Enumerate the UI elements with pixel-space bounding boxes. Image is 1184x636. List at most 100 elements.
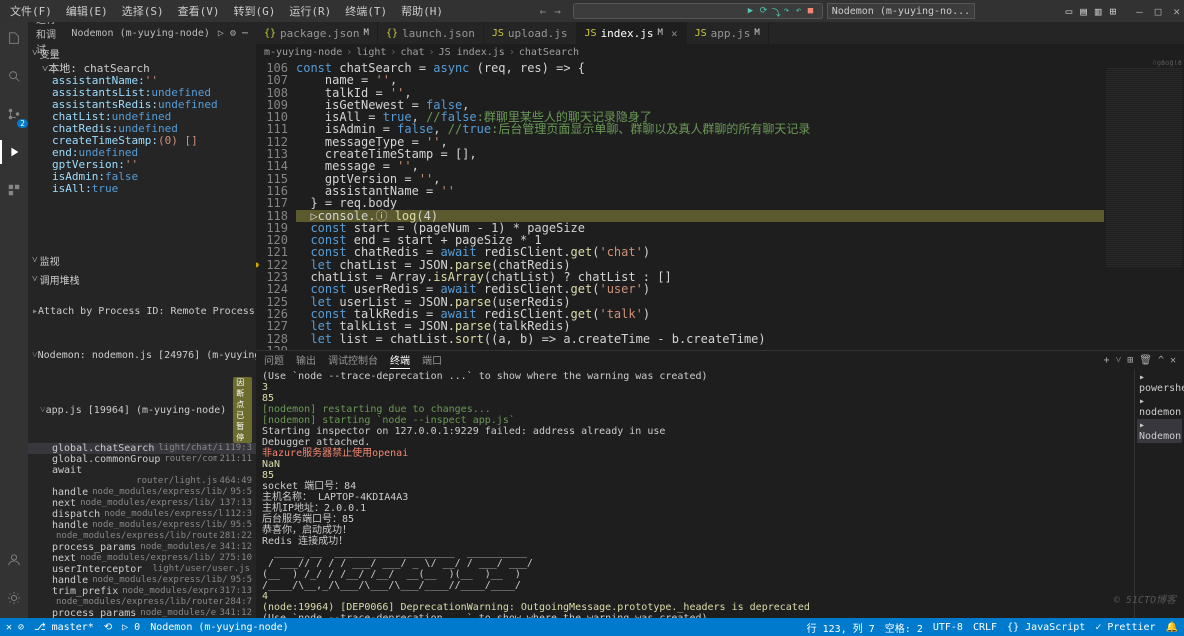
panel-tab[interactable]: 终端 (390, 352, 410, 369)
editor-tab[interactable]: JSindex.jsM✕ (577, 22, 687, 44)
panel-action[interactable]: ˅ (1116, 355, 1122, 366)
breadcrumb-item[interactable]: chat (400, 47, 424, 58)
min-button[interactable]: — (1136, 5, 1143, 18)
editor-tab[interactable]: {}launch.json (378, 22, 484, 44)
custom-icon[interactable]: ⊞ (1110, 5, 1117, 18)
variable-row[interactable]: createTimeStamp: (0) [] (48, 135, 256, 147)
stack-frame[interactable]: global.chatSearchlight/chat/index.js119:… (28, 443, 256, 454)
sidebar-icon[interactable]: ▥ (1095, 5, 1102, 18)
panel-action[interactable]: ✕ (1170, 355, 1176, 366)
variable-row[interactable]: end: undefined (48, 147, 256, 159)
variable-row[interactable]: assistantsRedis: undefined (48, 99, 256, 111)
terminal-item[interactable]: ▸ nodemon (1137, 395, 1182, 419)
stack-frame[interactable]: router/light.js464:49 (28, 476, 256, 487)
editor-tab[interactable]: JSupload.js (484, 22, 577, 44)
debug-target[interactable]: Nodemon (m-yuying-no... (827, 3, 975, 19)
stack-frame[interactable]: process_paramsnode_modules/express/lib/r… (28, 542, 256, 553)
nav-back[interactable]: ← (539, 5, 546, 18)
search-icon[interactable] (2, 64, 26, 88)
panel-tab[interactable]: 输出 (296, 352, 316, 368)
breadcrumb-item[interactable]: JS index.js (439, 47, 505, 58)
editor-tab[interactable]: {}package.jsonM (256, 22, 378, 44)
terminal-item[interactable]: ▸ Nodemon (1137, 419, 1182, 443)
panel-action[interactable]: + (1104, 355, 1110, 366)
menu-item[interactable]: 终端(T) (339, 1, 393, 21)
panel-icon[interactable]: ▤ (1080, 5, 1087, 18)
stack-frame[interactable]: nextnode_modules/express/lib/router/rout… (28, 498, 256, 509)
account-icon[interactable] (2, 548, 26, 572)
status-item[interactable]: ✓ Prettier (1095, 620, 1155, 635)
menu-item[interactable]: 运行(R) (283, 1, 337, 21)
status-item[interactable]: 行 123, 列 7 (807, 620, 875, 635)
explorer-icon[interactable] (2, 26, 26, 50)
menu-item[interactable]: 文件(F) (4, 1, 58, 21)
stack-frame[interactable]: dispatchnode_modules/express/lib/router/… (28, 509, 256, 520)
status-item[interactable]: ✕ ⊘ (6, 622, 24, 633)
stack-frame[interactable]: handlenode_modules/express/lib/router/la… (28, 487, 256, 498)
variable-row[interactable]: assistantName: '' (48, 75, 256, 87)
stack-frame[interactable]: trim_prefixnode_modules/express/lib/rout… (28, 586, 256, 597)
status-item[interactable]: ▷ 0 (122, 622, 140, 633)
debug-icon[interactable] (2, 140, 26, 164)
stack-frame[interactable]: userInterceptorlight/user/user.js (28, 564, 256, 575)
status-item[interactable]: ⎇ master* (34, 622, 94, 633)
stack-frame[interactable]: handlenode_modules/express/lib/router/la… (28, 575, 256, 586)
scm-icon[interactable]: 2 (2, 102, 26, 126)
panel-tab[interactable]: 端口 (422, 352, 442, 368)
panel-tab[interactable]: 问题 (264, 352, 284, 368)
menu-item[interactable]: 编辑(E) (60, 1, 114, 21)
variables-header[interactable]: ˅ 变量 (28, 44, 256, 63)
gear-icon[interactable] (2, 586, 26, 610)
stack-frame[interactable]: nextnode_modules/express/lib/router/inde… (28, 553, 256, 564)
thread-row[interactable]: ˅app.js [19964] (m-yuying-node)因断点已暂停 (28, 377, 256, 443)
more-icon[interactable]: ⋯ (242, 28, 248, 39)
panel-tab[interactable]: 调试控制台 (328, 352, 378, 368)
stack-frame[interactable]: node_modules/express/lib/router/index.js… (28, 531, 256, 542)
thread-row[interactable]: ˅Nodemon: nodemon.js [24976] (m-yuying-n… (28, 333, 256, 377)
breadcrumb-item[interactable]: chatSearch (519, 47, 579, 58)
status-item[interactable]: UTF-8 (933, 620, 963, 635)
stack-frame[interactable]: process_paramsnode_modules/express/lib/r… (28, 608, 256, 618)
max-button[interactable]: □ (1155, 5, 1162, 18)
variable-row[interactable]: isAdmin: false (48, 171, 256, 183)
menu-item[interactable]: 转到(G) (228, 1, 282, 21)
status-item[interactable]: 空格: 2 (885, 620, 923, 635)
scope-row[interactable]: ˅ 本地: chatSearch (38, 63, 256, 75)
terminal-item[interactable]: ▸ powershell... (1137, 371, 1182, 395)
status-item[interactable]: ⟲ (104, 622, 112, 633)
stack-frame[interactable]: handlenode_modules/express/lib/router/la… (28, 520, 256, 531)
menu-item[interactable]: 查看(V) (172, 1, 226, 21)
panel-action[interactable]: ^ (1158, 355, 1164, 366)
watch-header[interactable]: ˅ 监视 (28, 251, 256, 270)
breadcrumb-item[interactable]: m-yuying-node (264, 47, 342, 58)
extensions-icon[interactable] (2, 178, 26, 202)
variable-row[interactable]: chatRedis: undefined (48, 123, 256, 135)
status-item[interactable]: CRLF (973, 620, 997, 635)
menu-item[interactable]: 帮助(H) (395, 1, 449, 21)
editor-tab[interactable]: JSapp.jsM (687, 22, 769, 44)
close-button[interactable]: ✕ (1173, 5, 1180, 18)
callstack-header[interactable]: ˅ 调用堆栈 (28, 270, 256, 289)
variable-row[interactable]: chatList: undefined (48, 111, 256, 123)
status-item[interactable]: 🔔 (1166, 620, 1178, 635)
breadcrumb-item[interactable]: light (356, 47, 386, 58)
thread-row[interactable]: ▸Attach by Process ID: Remote Process [0… (28, 289, 256, 333)
status-item[interactable]: {} JavaScript (1007, 620, 1085, 635)
status-item[interactable]: Nodemon (m-yuying-node) (150, 622, 288, 633)
variable-row[interactable]: assistantsList: undefined (48, 87, 256, 99)
nav-fwd[interactable]: → (554, 5, 561, 18)
variable-row[interactable]: gptVersion: '' (48, 159, 256, 171)
panel-action[interactable]: 🗑 (1139, 355, 1152, 366)
menu-item[interactable]: 选择(S) (116, 1, 170, 21)
layout-icon[interactable]: ▭ (1066, 5, 1073, 18)
stack-frame[interactable]: node_modules/express/lib/router/index.js… (28, 597, 256, 608)
minimap[interactable]: ▯ ▯ ▯ ▯google (1104, 60, 1184, 350)
debug-config[interactable]: Nodemon (m-yuying-node) (71, 28, 209, 39)
stack-frame[interactable]: await (28, 465, 256, 476)
panel-action[interactable]: ⊞ (1127, 355, 1133, 366)
variable-row[interactable]: isAll: true (48, 183, 256, 195)
gear-icon[interactable]: ⚙ (230, 28, 236, 39)
play-icon[interactable]: ▷ (218, 28, 224, 39)
stack-frame[interactable]: global.commonGrouprouter/common.js211:11 (28, 454, 256, 465)
command-center[interactable]: ▶⟳⤵↷↶■ (573, 3, 823, 19)
